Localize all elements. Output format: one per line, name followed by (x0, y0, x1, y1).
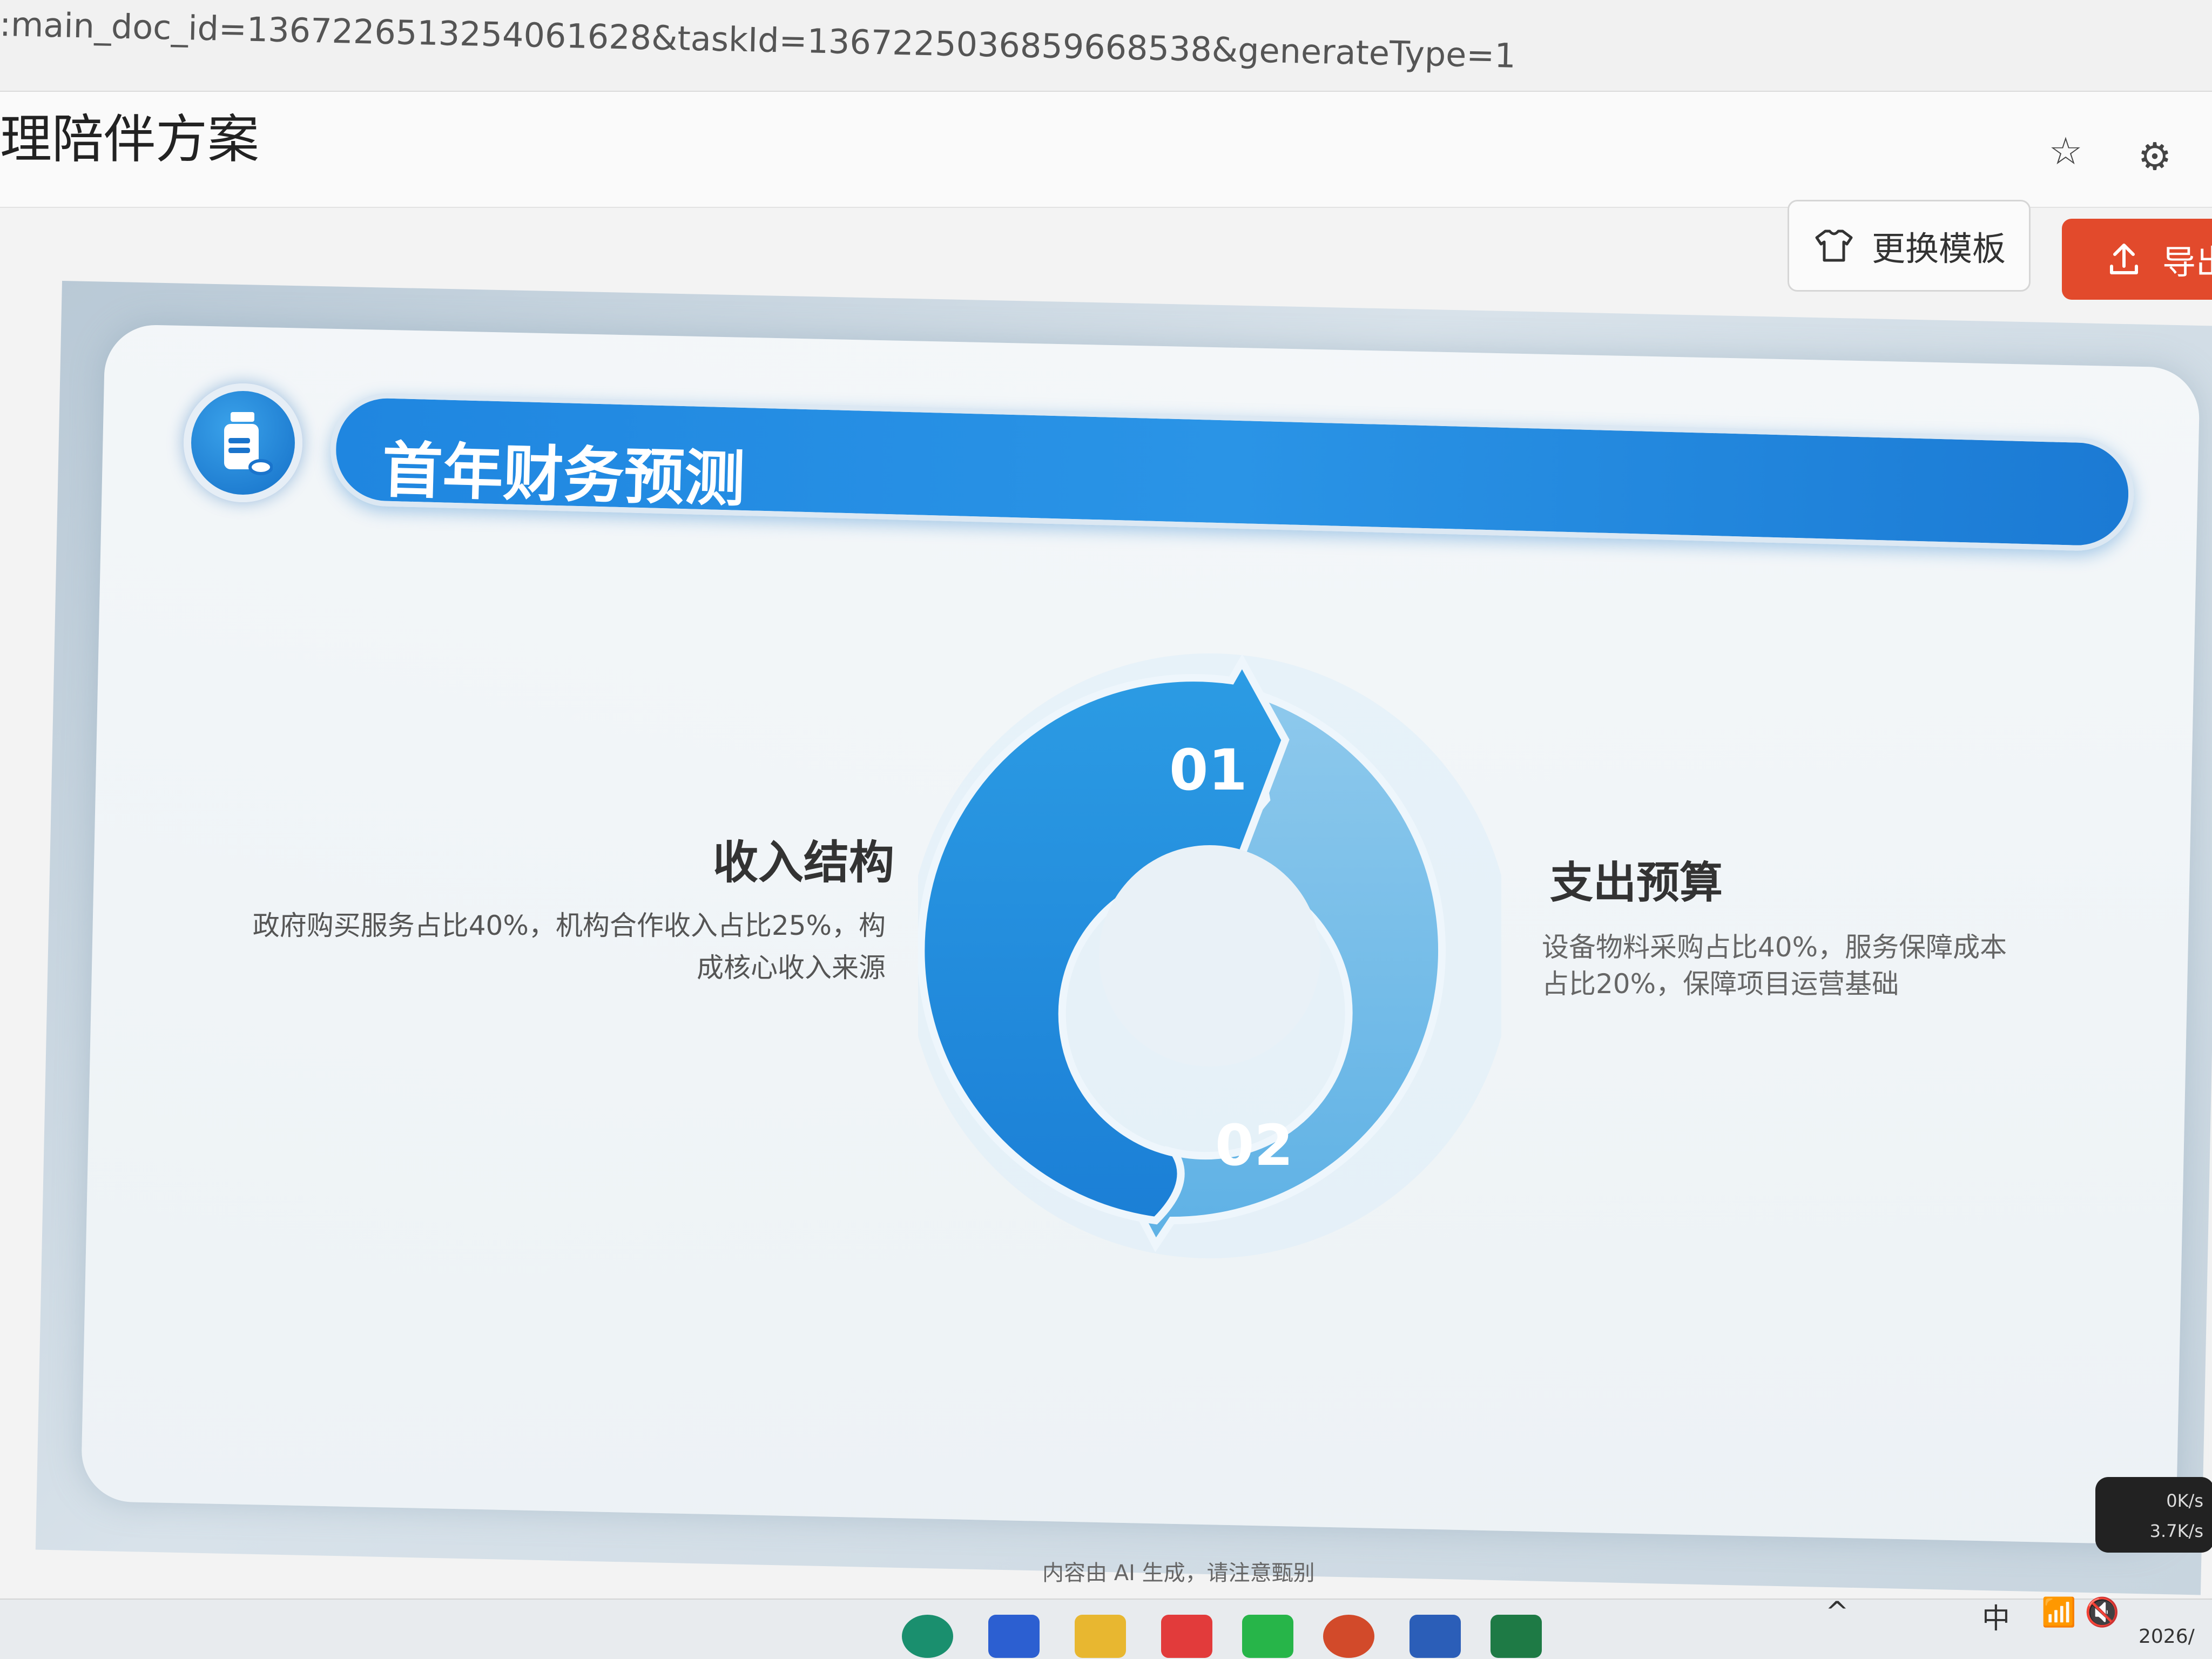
net-up-speed: 0K/s (2166, 1491, 2203, 1511)
powerpoint-icon[interactable] (1323, 1615, 1374, 1658)
gear-icon[interactable]: ⚙ (2125, 127, 2184, 186)
medicine-bottle-icon (184, 383, 302, 502)
cycle-center (1099, 845, 1320, 1067)
document-title: 理陪伴方案 (0, 109, 259, 170)
change-template-button[interactable]: 更换模板 (1788, 200, 2031, 292)
export-button[interactable]: 导出 (2062, 219, 2212, 300)
edge-browser-icon[interactable] (902, 1615, 953, 1658)
volume-muted-icon[interactable]: 🔇 (2085, 1596, 2120, 1639)
change-template-label: 更换模板 (1871, 229, 2006, 268)
export-label: 导出 (2162, 242, 2212, 282)
wifi-icon[interactable]: 📶 (2041, 1596, 2076, 1639)
wechat-icon[interactable] (1242, 1615, 1293, 1658)
tshirt-icon (1815, 230, 1853, 262)
wps-office-icon[interactable] (1161, 1615, 1212, 1658)
file-explorer-icon[interactable] (1075, 1615, 1126, 1658)
taskbar-date[interactable]: 2026/ (2139, 1626, 2195, 1659)
net-down-speed: 3.7K/s (2149, 1521, 2203, 1541)
expense-body[interactable]: 设备物料采购占比40%，服务保障成本占比20%，保障项目运营基础 (1542, 929, 2028, 1002)
expense-heading[interactable]: 支出预算 (1550, 848, 1723, 911)
tray-chevron-icon[interactable]: ^ (1825, 1596, 1849, 1639)
app-header (0, 92, 2212, 208)
excel-icon[interactable] (1491, 1615, 1542, 1658)
screen: :main_doc_id=1367226513254061628&taskId=… (0, 0, 2212, 1659)
network-speed-widget: 0K/s 3.7K/s (2095, 1477, 2212, 1553)
ime-indicator[interactable]: 中 (1982, 1596, 2010, 1639)
ai-disclaimer: 内容由 AI 生成，请注意甄别 (1042, 1561, 1315, 1586)
cycle-step-02-label: 02 (1215, 1112, 1293, 1178)
bottle-glyph (224, 412, 273, 475)
income-body[interactable]: 政府购买服务占比40%，机构合作收入占比25%，构成核心收入来源 (243, 905, 886, 989)
income-heading[interactable]: 收入结构 (713, 826, 894, 892)
star-icon[interactable]: ☆ (2036, 122, 2095, 181)
slide-title[interactable]: 首年财务预测 (381, 421, 746, 518)
mail-app-icon[interactable] (988, 1615, 1040, 1658)
cycle-step-01-label: 01 (1169, 737, 1247, 803)
word-icon[interactable] (1410, 1615, 1461, 1658)
upload-icon (2110, 244, 2138, 274)
